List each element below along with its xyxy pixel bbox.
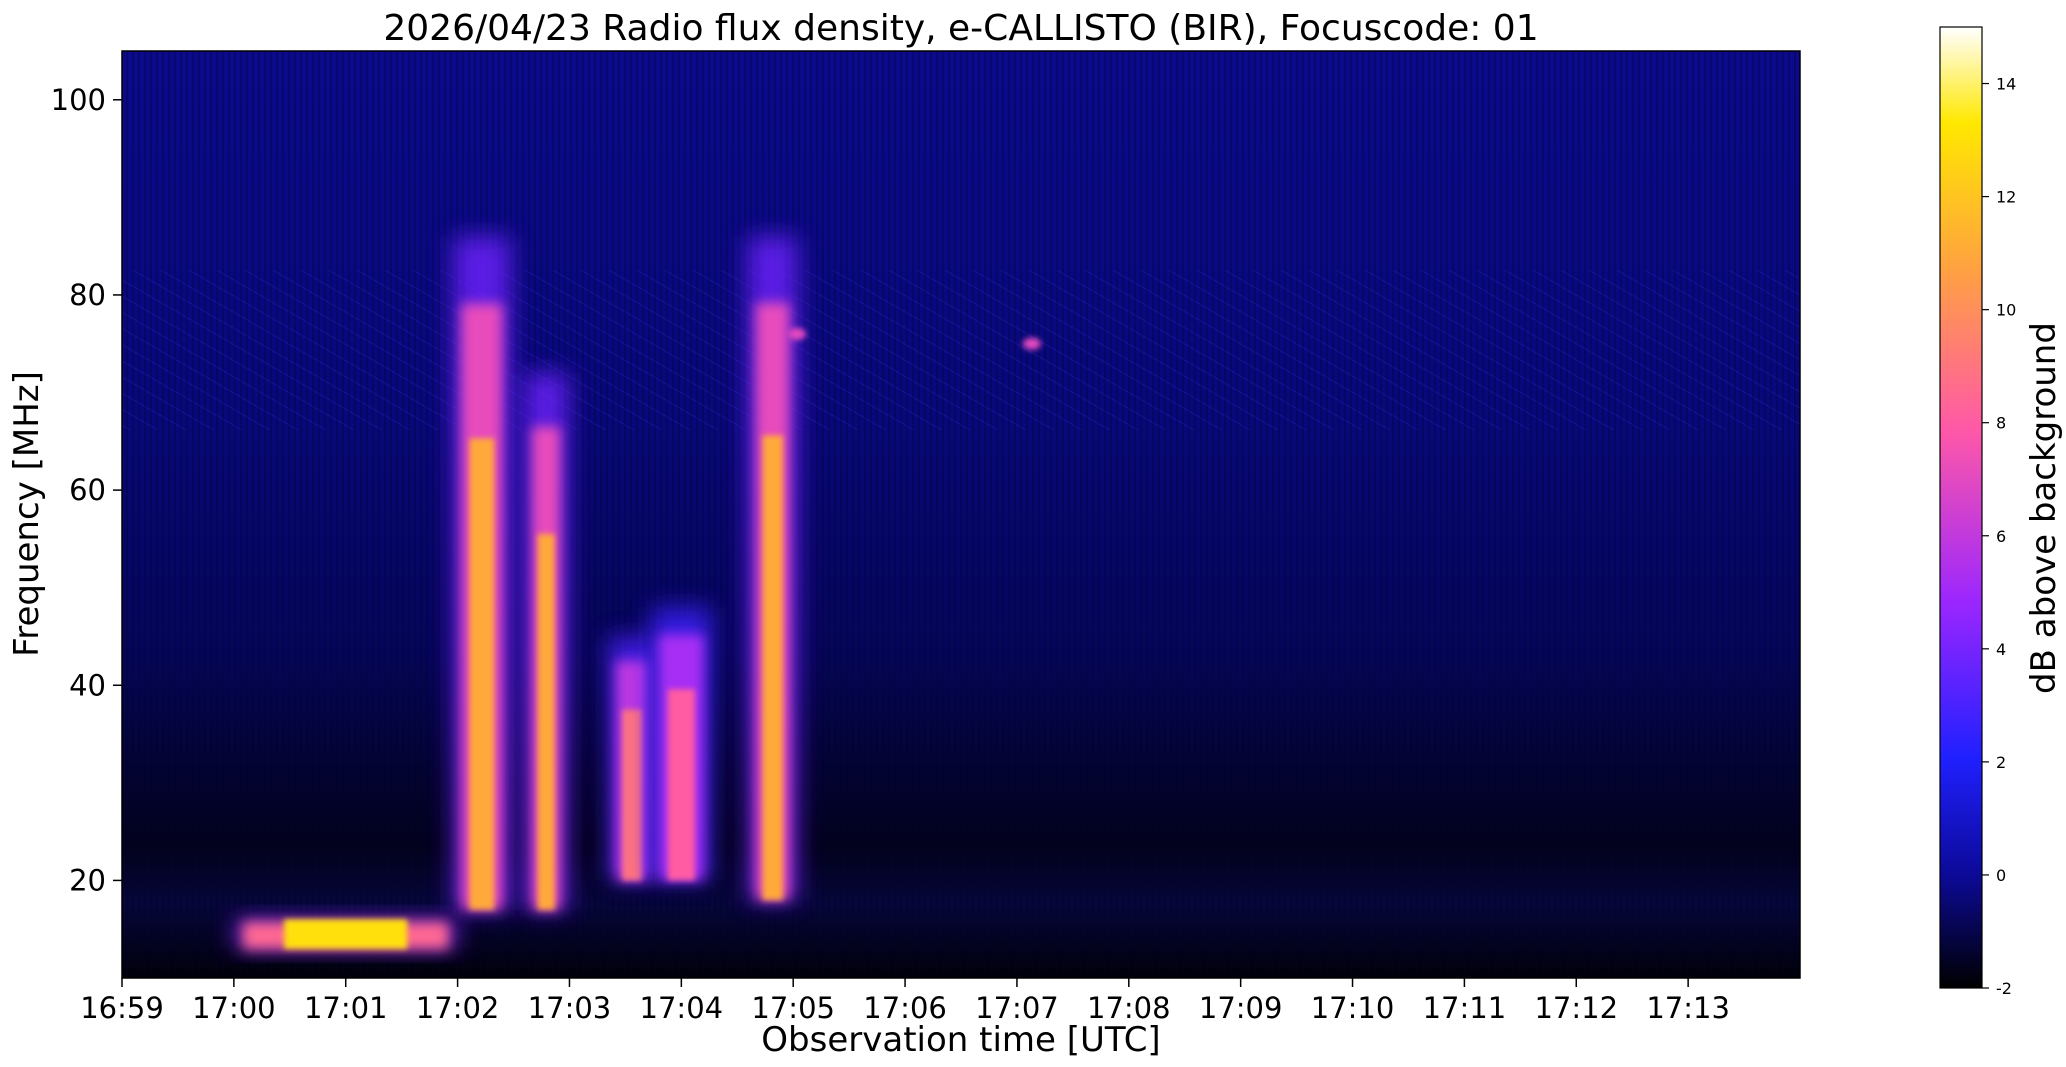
burst-feature: [608, 636, 656, 881]
x-tick-label: 17:02: [416, 991, 500, 1025]
colorbar-tick-label: -2: [1996, 979, 2012, 998]
spot-feature: [1022, 337, 1041, 350]
colorbar-tick-label: 4: [1996, 640, 2006, 659]
x-tick-label: 17:00: [192, 991, 276, 1025]
colorbar-ticks: -2 0 2 4 6 8 10 12 14: [1982, 75, 2016, 998]
chart-title: 2026/04/23 Radio flux density, e-CALLIST…: [383, 8, 1538, 49]
colorbar-tick-label: 12: [1996, 188, 2016, 207]
x-tick-label: 17:09: [1199, 991, 1283, 1025]
colorbar-tick-label: 10: [1996, 301, 2016, 320]
x-tick-label: 16:59: [80, 991, 164, 1025]
colorbar-tick-label: 0: [1996, 866, 2006, 885]
y-tick-label: 100: [51, 83, 106, 117]
colorbar: -2 0 2 4 6 8 10 12 14 dB above background: [1939, 26, 2064, 998]
y-axis-label: Frequency [MHz]: [7, 371, 47, 657]
y-tick-label: 40: [69, 668, 106, 702]
y-tick-label: 60: [69, 473, 106, 507]
colorbar-tick-label: 2: [1996, 753, 2006, 772]
x-tick-label: 17:03: [528, 991, 612, 1025]
x-axis-label: Observation time [UTC]: [761, 1020, 1160, 1060]
x-tick-label: 17:13: [1646, 991, 1730, 1025]
y-axis-ticks: 20 40 60 80 100: [51, 83, 122, 897]
x-tick-label: 17:10: [1311, 991, 1395, 1025]
colorbar-tick-label: 14: [1996, 75, 2016, 94]
x-tick-label: 17:04: [640, 991, 724, 1025]
x-tick-label: 17:01: [304, 991, 388, 1025]
colorbar-tick-label: 6: [1996, 527, 2006, 546]
y-tick-label: 80: [69, 278, 106, 312]
x-tick-label: 17:11: [1423, 991, 1507, 1025]
burst-feature: [453, 236, 511, 910]
x-axis-ticks: 16:59 17:00 17:01 17:02 17:03 17:04 17:05 17:06…: [80, 978, 1730, 1025]
spectrogram-figure: 2026/04/23 Radio flux density, e-CALLIST…: [7, 8, 2064, 1060]
burst-feature: [650, 607, 712, 881]
y-tick-label: 20: [69, 863, 106, 897]
colorbar-gradient: [1939, 26, 1983, 989]
band-feature: [235, 919, 457, 949]
vertical-noise-texture: [122, 51, 1800, 978]
colorbar-tick-label: 8: [1996, 414, 2006, 433]
spot-feature: [787, 327, 806, 340]
spectrogram-plot: [122, 51, 1800, 978]
burst-feature: [524, 373, 569, 910]
x-tick-label: 17:12: [1534, 991, 1618, 1025]
colorbar-label: dB above background: [2024, 322, 2064, 694]
